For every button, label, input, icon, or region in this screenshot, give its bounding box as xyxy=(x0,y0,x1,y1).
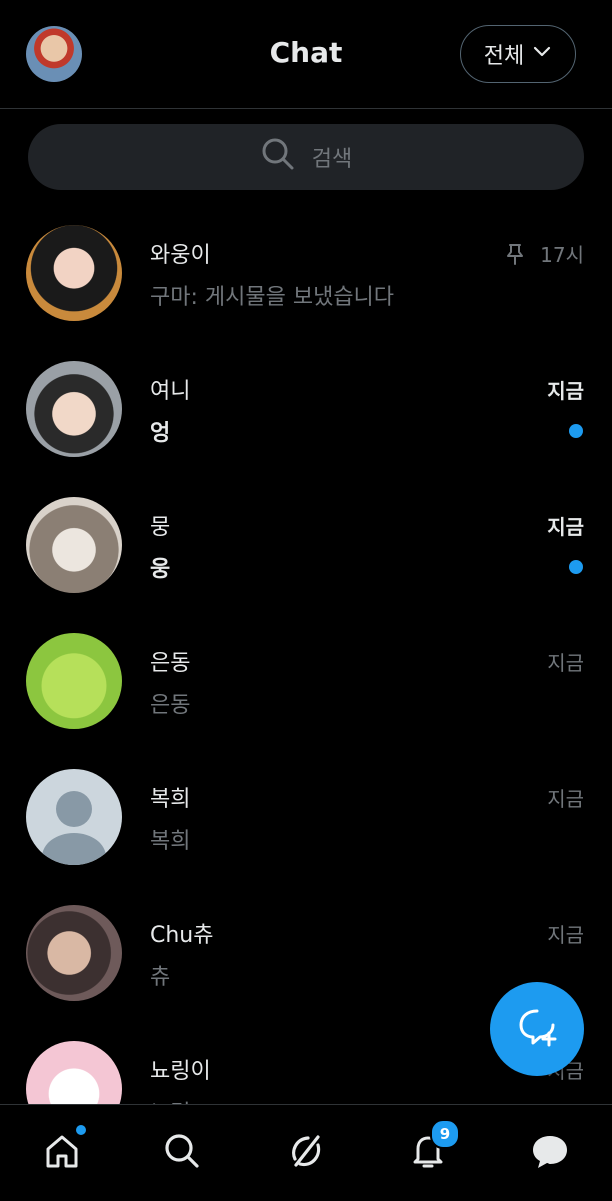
chat-meta: 17시 xyxy=(504,239,584,268)
chat-name: 뇨링이 xyxy=(150,1059,211,1084)
chat-meta: 지금 xyxy=(547,647,584,676)
bottom-nav: 9 xyxy=(0,1104,612,1201)
chat-item[interactable]: 은동 은동 지금 xyxy=(0,613,612,749)
pin-icon xyxy=(504,243,526,265)
messages-icon xyxy=(530,1131,570,1175)
search-bar[interactable]: 검색 xyxy=(28,124,584,190)
chat-name: 은동 xyxy=(150,651,191,676)
chat-item[interactable]: 복희 복희 지금 xyxy=(0,749,612,885)
nav-search[interactable] xyxy=(158,1129,206,1177)
chat-preview: 엉 xyxy=(150,421,171,446)
chat-item[interactable]: 와웅이 구마: 게시물을 보냈습니다 17시 xyxy=(0,205,612,341)
filter-label: 전체 xyxy=(483,44,525,69)
new-message-button[interactable] xyxy=(490,982,584,1076)
chat-list: 와웅이 구마: 게시물을 보냈습니다 17시 여니 엉 지금 뭉 웅 지금 은동… xyxy=(0,205,612,1105)
chat-meta: 지금 xyxy=(547,919,584,948)
grok-icon xyxy=(286,1131,326,1175)
search-placeholder: 검색 xyxy=(311,147,353,172)
avatar xyxy=(26,361,122,457)
chat-time: 지금 xyxy=(547,515,584,539)
new-message-icon xyxy=(515,1005,559,1053)
chat-preview: 은동 xyxy=(150,693,191,718)
search-icon xyxy=(260,136,296,178)
chat-meta: 지금 xyxy=(547,783,584,812)
chat-meta: 지금 xyxy=(547,375,584,404)
unread-indicator xyxy=(569,424,583,438)
home-icon xyxy=(42,1131,82,1175)
avatar xyxy=(26,497,122,593)
chat-name: 뭉 xyxy=(150,515,171,540)
unread-indicator xyxy=(569,560,583,574)
chat-preview: 구마: 게시물을 보냈습니다 xyxy=(150,285,395,310)
chat-preview: 츄 xyxy=(150,965,171,990)
top-bar: Chat 전체 xyxy=(0,0,612,109)
chat-preview: 복희 xyxy=(150,829,191,854)
chat-time: 지금 xyxy=(547,651,584,675)
default-avatar-icon xyxy=(42,791,106,865)
chat-time: 지금 xyxy=(547,787,584,811)
chat-item[interactable]: 뭉 웅 지금 xyxy=(0,477,612,613)
home-unread-dot xyxy=(76,1125,86,1135)
chat-item[interactable]: 여니 엉 지금 xyxy=(0,341,612,477)
chat-meta: 지금 xyxy=(547,511,584,540)
nav-messages[interactable] xyxy=(526,1129,574,1177)
avatar xyxy=(26,225,122,321)
nav-grok[interactable] xyxy=(282,1129,330,1177)
notification-badge: 9 xyxy=(430,1119,460,1149)
avatar xyxy=(26,905,122,1001)
chat-preview: 웅 xyxy=(150,557,171,582)
chat-name: 복희 xyxy=(150,787,191,812)
chat-name: 와웅이 xyxy=(150,243,211,268)
nav-home[interactable] xyxy=(38,1125,86,1177)
avatar xyxy=(26,769,122,865)
filter-dropdown[interactable]: 전체 xyxy=(460,25,576,83)
chat-time: 지금 xyxy=(547,379,584,403)
search-icon xyxy=(162,1131,202,1175)
nav-notifications[interactable]: 9 xyxy=(404,1119,460,1177)
chat-name: 여니 xyxy=(150,379,191,404)
avatar xyxy=(26,633,122,729)
chat-time: 지금 xyxy=(547,923,584,947)
chat-name: Chu츄 xyxy=(150,923,214,948)
avatar xyxy=(26,1041,122,1105)
chat-time: 17시 xyxy=(540,243,584,267)
chevron-down-icon xyxy=(532,41,552,67)
